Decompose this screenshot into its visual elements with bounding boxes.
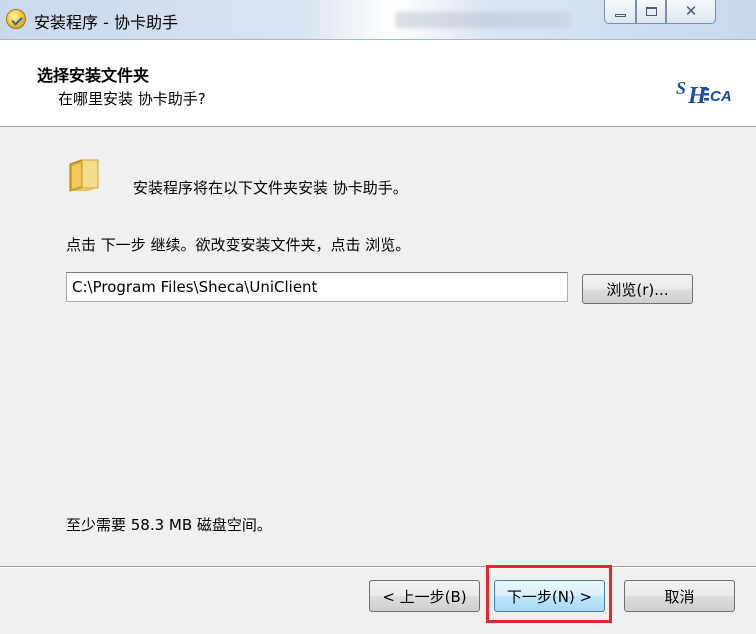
install-intro-text: 安装程序将在以下文件夹安装 协卡助手。 bbox=[133, 179, 408, 197]
title-bar: 安装程序 - 协卡助手 ✕ bbox=[0, 0, 756, 40]
wizard-header: 选择安装文件夹 在哪里安装 协卡助手? S H CA bbox=[0, 40, 756, 127]
footer-divider bbox=[0, 566, 756, 568]
window-title: 安装程序 - 协卡助手 bbox=[34, 13, 178, 32]
browse-button[interactable]: 浏览(r)... bbox=[582, 274, 693, 304]
page-subtitle: 在哪里安装 协卡助手? bbox=[58, 90, 206, 108]
folder-icon bbox=[69, 159, 99, 192]
setup-app-icon bbox=[6, 9, 26, 29]
next-button-highlight bbox=[486, 565, 612, 623]
sheca-logo: S H CA bbox=[676, 78, 732, 106]
disk-space-requirement: 至少需要 58.3 MB 磁盘空间。 bbox=[66, 516, 272, 534]
install-path-input[interactable] bbox=[66, 272, 568, 302]
close-button[interactable]: ✕ bbox=[666, 0, 716, 24]
close-icon: ✕ bbox=[684, 2, 698, 20]
instruction-text: 点击 下一步 继续。欲改变安装文件夹，点击 浏览。 bbox=[66, 236, 411, 254]
blurred-background-window bbox=[395, 12, 570, 28]
cancel-button[interactable]: 取消 bbox=[624, 580, 735, 612]
page-title: 选择安装文件夹 bbox=[37, 66, 150, 85]
svg-text:CA: CA bbox=[710, 88, 732, 105]
maximize-icon bbox=[645, 7, 657, 16]
back-button[interactable]: < 上一步(B) bbox=[369, 580, 480, 612]
maximize-button[interactable] bbox=[636, 0, 666, 24]
minimize-button[interactable] bbox=[604, 0, 636, 24]
minimize-icon bbox=[614, 14, 626, 17]
svg-text:S: S bbox=[676, 78, 686, 98]
